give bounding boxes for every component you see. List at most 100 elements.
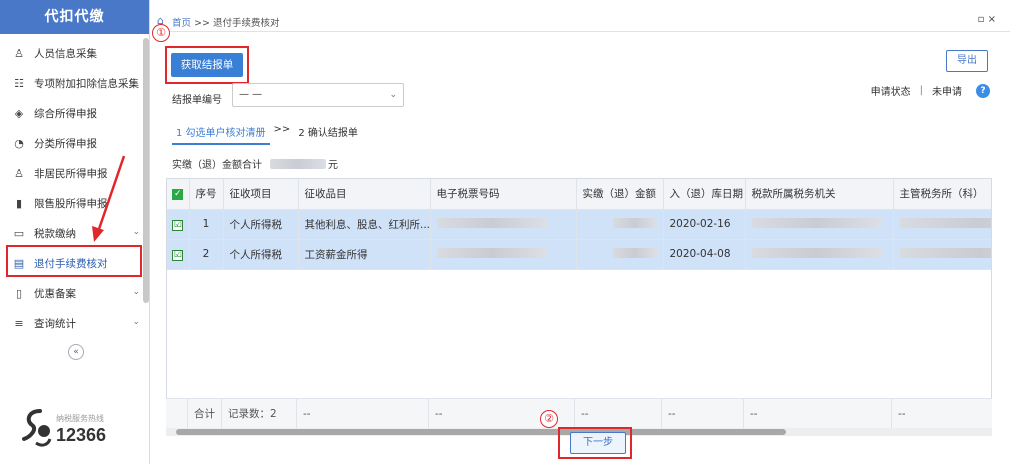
- sidebar-item-label: 综合所得申报: [34, 107, 97, 120]
- sidebar-item[interactable]: ▯ 优惠备案 ⌄: [0, 278, 142, 308]
- active-item-highlight-box: [6, 245, 142, 277]
- tax-item: 个人所得税: [223, 239, 299, 270]
- sidebar-item[interactable]: ☷ 专项附加扣除信息采集: [0, 68, 142, 98]
- sidebar-item[interactable]: ▭ 税款缴纳 ⌄: [0, 218, 142, 248]
- checkbox-checked-icon: ☑: [172, 249, 184, 261]
- user-outline-icon: ♙: [14, 166, 24, 180]
- column-header: 电子税票号码: [430, 179, 577, 210]
- column-header: 入（退）库日期: [663, 179, 746, 210]
- export-button[interactable]: 导出: [946, 50, 988, 72]
- footer-blank: [166, 399, 188, 429]
- row-checkbox[interactable]: ☑: [167, 209, 190, 240]
- tax-item: 个人所得税: [223, 209, 299, 240]
- statement-number-value: — —: [239, 89, 263, 100]
- select-all-checkbox[interactable]: ✓: [167, 179, 190, 210]
- tab-step-2[interactable]: 2 确认结报单: [294, 124, 362, 143]
- hotline-number: 12366: [56, 425, 107, 445]
- step-separator: >>: [273, 124, 291, 135]
- breadcrumb-home-link[interactable]: 首页: [172, 18, 191, 29]
- sidebar-item-label: 专项附加扣除信息采集: [34, 77, 139, 90]
- status-separator: |: [919, 85, 923, 96]
- sidebar-item[interactable]: ◔ 分类所得申报: [0, 128, 142, 158]
- redacted-tax-authority: [745, 209, 894, 240]
- sidebar-item[interactable]: ♙ 非居民所得申报: [0, 158, 142, 188]
- tax-sub-item: 工资薪金所得: [298, 239, 431, 270]
- sidebar-item-label: 优惠备案: [34, 287, 76, 300]
- redacted-tax-authority: [745, 239, 894, 270]
- column-header: 征收项目: [223, 179, 299, 210]
- status-line: 申请状态 | 未申请 ?: [871, 83, 990, 98]
- statement-number-label: 结报单编号: [172, 95, 222, 106]
- sidebar-item-label: 人员信息采集: [34, 47, 97, 60]
- chevron-down-icon: ⌄: [132, 227, 140, 237]
- amount-unit: 元: [328, 160, 338, 171]
- row-checkbox[interactable]: ☑: [167, 239, 190, 270]
- sidebar-item[interactable]: ▮ 限售股所得申报: [0, 188, 142, 218]
- sidebar-item[interactable]: ♙ 人员信息采集: [0, 38, 142, 68]
- sidebar-item-label: 税款缴纳: [34, 227, 76, 240]
- scrollbar-thumb[interactable]: [176, 429, 786, 435]
- footer-total-label: 合计: [188, 399, 222, 429]
- table-row[interactable]: ☑ 1 个人所得税 其他利息、股息、红利所... 2020-02-16: [167, 209, 991, 240]
- sidebar-item-label: 非居民所得申报: [34, 167, 108, 180]
- redacted-ticket-number: [430, 209, 577, 240]
- chevron-down-icon: ⌄: [132, 287, 140, 297]
- footer-dash: --: [662, 399, 744, 429]
- layers-icon: ◈: [14, 106, 24, 120]
- footer-record-count: 记录数：2: [222, 399, 297, 429]
- redacted-amount: [576, 209, 664, 240]
- breadcrumb: 首页 >> 退付手续费核对: [172, 15, 280, 29]
- redacted-tax-office: [893, 239, 991, 270]
- app-window: 代扣代缴 ♙ 人员信息采集 ☷ 专项附加扣除信息采集 ◈ 综合所得申报 ◔ 分类所得申报 ♙ 非居…: [0, 0, 1024, 464]
- hotline-logo-icon: [22, 409, 52, 447]
- tab-step-1[interactable]: 1 勾选单户核对清册: [172, 124, 270, 145]
- sidebar-item[interactable]: ≡ 查询统计 ⌄: [0, 308, 142, 338]
- sidebar-item-label: 限售股所得申报: [34, 197, 108, 210]
- file-icon: ▯: [15, 286, 23, 300]
- title-bar: ⌂ 首页 >> 退付手续费核对 ▫ ×: [152, 10, 1010, 32]
- checkbox-checked-icon: ☑: [172, 219, 184, 231]
- sidebar-scrollbar[interactable]: [143, 38, 149, 303]
- help-icon[interactable]: ?: [976, 83, 990, 98]
- fetch-button-annotation-box: [165, 46, 249, 84]
- amount-summary-label: 实缴（退）金额合计: [172, 160, 262, 171]
- table-row[interactable]: ☑ 2 个人所得税 工资薪金所得 2020-04-08: [167, 239, 991, 270]
- chevron-down-icon: ⌄: [132, 317, 140, 327]
- main-panel: ⌂ 首页 >> 退付手续费核对 ▫ × 获取结报单 ① 导出 申请状态 | 未申…: [152, 10, 1010, 464]
- status-value: 未申请: [932, 87, 962, 98]
- redacted-tax-office: [893, 209, 991, 240]
- amount-summary: 实缴（退）金额合计 元: [172, 156, 338, 171]
- statement-number-select[interactable]: — — ⌄: [232, 83, 404, 107]
- column-header: 序号: [189, 179, 224, 210]
- step-tabs: 1 勾选单户核对清册 >> 2 确认结报单: [172, 124, 362, 145]
- breadcrumb-current: 退付手续费核对: [213, 18, 280, 29]
- collapse-sidebar-button[interactable]: «: [68, 344, 84, 360]
- entry-date: 2020-02-16: [663, 209, 746, 240]
- redacted-amount: [270, 158, 326, 169]
- sidebar-item-label: 分类所得申报: [34, 137, 97, 150]
- footer-dash: --: [297, 399, 429, 429]
- bar-chart-icon: ▮: [15, 196, 23, 210]
- pie-chart-icon: ◔: [14, 136, 24, 150]
- sidebar: 代扣代缴 ♙ 人员信息采集 ☷ 专项附加扣除信息采集 ◈ 综合所得申报 ◔ 分类所得申报 ♙ 非居…: [0, 0, 150, 464]
- column-header: 税款所属税务机关: [745, 179, 894, 210]
- row-number: 1: [189, 209, 224, 240]
- table-footer-row: 合计 记录数：2 -- -- -- -- -- --: [166, 398, 992, 429]
- sidebar-title: 代扣代缴: [0, 0, 149, 34]
- annotation-number-2: ②: [540, 410, 558, 428]
- sidebar-item[interactable]: ◈ 综合所得申报: [0, 98, 142, 128]
- hotline: 纳税服务热线 12366: [20, 405, 140, 455]
- search-list-icon: ≡: [14, 316, 24, 330]
- column-header: 征收品目: [298, 179, 431, 210]
- folder-icon: ▭: [13, 226, 25, 240]
- next-button-annotation-box: [558, 427, 632, 459]
- window-controls[interactable]: ▫ ×: [978, 14, 996, 25]
- sidebar-list: ♙ 人员信息采集 ☷ 专项附加扣除信息采集 ◈ 综合所得申报 ◔ 分类所得申报 ♙ 非居民所得申报…: [0, 38, 142, 338]
- hotline-label: 纳税服务热线: [56, 414, 104, 423]
- records-table: ✓ 序号 征收项目 征收品目 电子税票号码 实缴（退）金额 入（退）库日期 税款…: [166, 178, 992, 428]
- tax-sub-item: 其他利息、股息、红利所...: [298, 209, 431, 240]
- redacted-ticket-number: [430, 239, 577, 270]
- redacted-amount: [576, 239, 664, 270]
- check-icon: ✓: [172, 189, 184, 201]
- status-label: 申请状态: [870, 87, 911, 98]
